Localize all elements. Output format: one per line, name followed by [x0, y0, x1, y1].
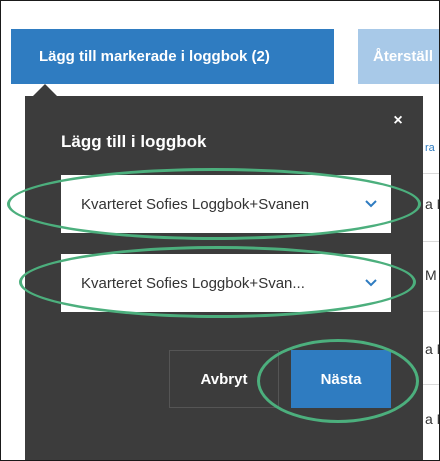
table-row-divider [421, 384, 439, 385]
table-row-divider [421, 311, 439, 312]
logbook-select-2-value: Kvarteret Sofies Loggbok+Svan... [81, 274, 305, 292]
close-icon[interactable]: × [388, 111, 408, 131]
table-header-fragment: ra [425, 142, 435, 154]
logbook-select-2[interactable]: Kvarteret Sofies Loggbok+Svan... [61, 254, 391, 312]
screen-frame: Lägg till markerade i loggbok (2) Återst… [0, 0, 440, 461]
chevron-down-icon [351, 200, 391, 208]
next-button[interactable]: Nästa [291, 350, 391, 408]
table-cell-fragment: a M [425, 411, 439, 427]
table-row-divider [421, 241, 439, 242]
restore-button[interactable]: Återställ [358, 29, 439, 84]
add-selected-to-logbook-button[interactable]: Lägg till markerade i loggbok (2) [11, 29, 334, 84]
cancel-button[interactable]: Avbryt [169, 350, 279, 408]
table-cell-fragment: a M [425, 341, 439, 357]
popover-title: Lägg till i loggbok [61, 132, 207, 151]
table-row-divider [421, 173, 439, 174]
chevron-down-icon [351, 279, 391, 287]
table-cell-fragment: M [425, 267, 437, 283]
logbook-select-1[interactable]: Kvarteret Sofies Loggbok+Svanen [61, 175, 391, 233]
popover-arrow [33, 84, 57, 96]
logbook-select-1-value: Kvarteret Sofies Loggbok+Svanen [81, 195, 310, 213]
table-cell-fragment: a M [425, 196, 439, 212]
